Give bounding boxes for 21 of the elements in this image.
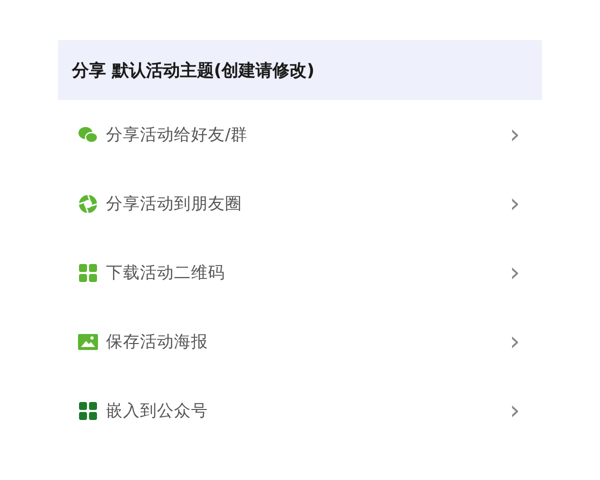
aperture-icon bbox=[78, 194, 98, 214]
chat-icon bbox=[78, 124, 98, 144]
chevron-icon: › bbox=[510, 190, 520, 216]
menu-item[interactable]: 保存活动海报 › bbox=[58, 307, 542, 376]
item-label: 分享活动给好友/群 bbox=[106, 124, 249, 146]
item-label: 嵌入到公众号 bbox=[106, 400, 209, 422]
image-icon bbox=[78, 332, 98, 352]
chevron-icon: › bbox=[510, 260, 520, 286]
menu-item[interactable]: 下载活动二维码 › bbox=[58, 238, 542, 307]
grid-icon bbox=[78, 400, 98, 420]
menu-item[interactable]: 分享活动到朋友圈 › bbox=[58, 169, 542, 238]
item-label: 分享活动到朋友圈 bbox=[106, 192, 243, 214]
share-title: 分享 默认活动主题(创建请修改) bbox=[72, 60, 314, 82]
grid-icon bbox=[78, 262, 98, 282]
item-label: 下载活动二维码 bbox=[106, 262, 226, 284]
menu-item[interactable]: 嵌入到公众号 › bbox=[58, 376, 542, 445]
chevron-icon: › bbox=[510, 398, 520, 424]
menu-item[interactable]: 分享活动给好友/群 › bbox=[58, 100, 542, 169]
chevron-icon: › bbox=[510, 328, 520, 354]
item-label: 保存活动海报 bbox=[106, 330, 209, 352]
chevron-icon: › bbox=[510, 122, 520, 148]
